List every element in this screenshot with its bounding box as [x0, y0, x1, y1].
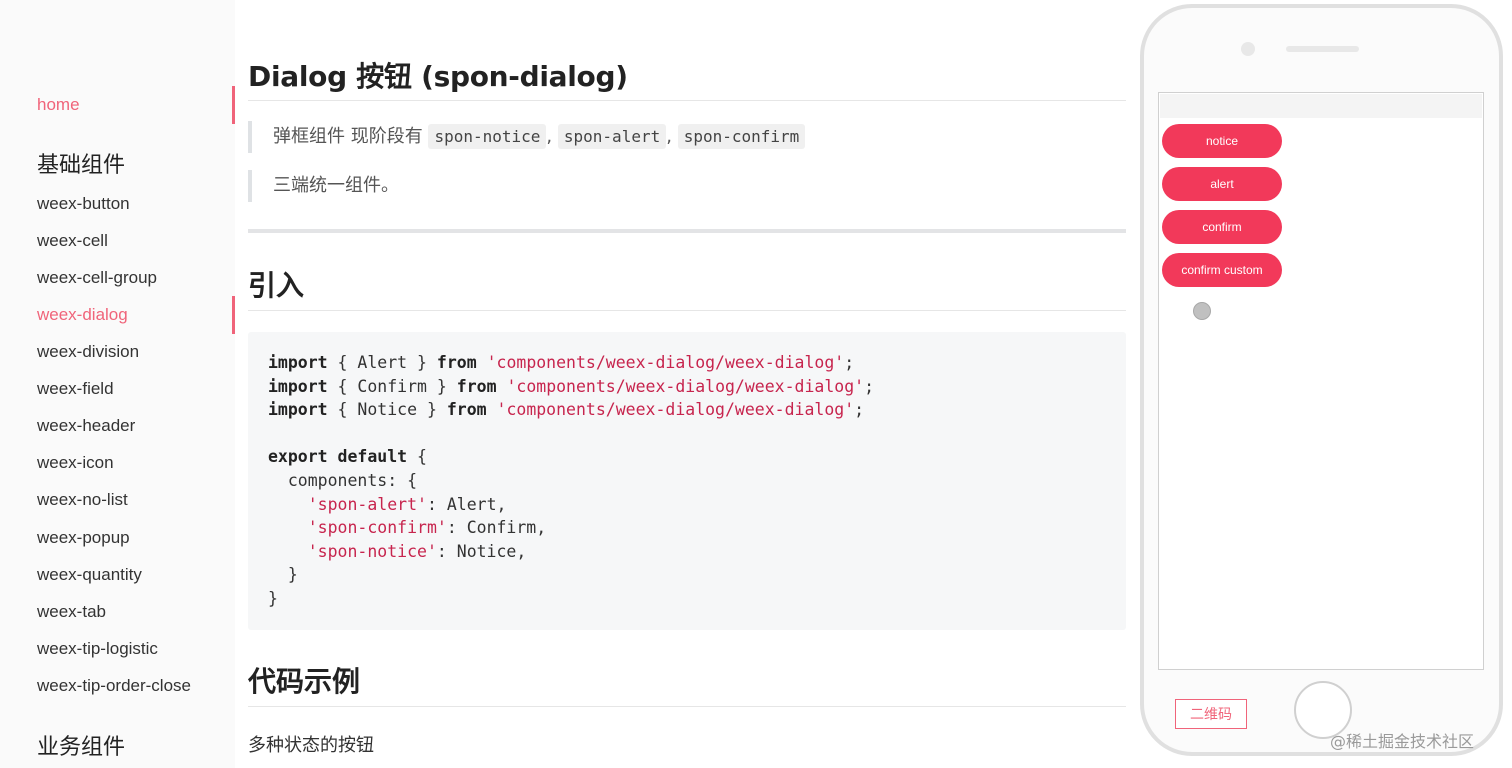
sidebar-item-weex-dialog[interactable]: weex-dialog [37, 304, 128, 326]
code-string: 'components/weex-dialog/weex-dialog' [506, 376, 865, 396]
code-string: 'spon-alert' [307, 494, 427, 514]
sidebar-item-weex-division[interactable]: weex-division [37, 341, 139, 363]
code-value: : Notice, [436, 541, 527, 561]
demo-confirm-button[interactable]: confirm [1162, 210, 1282, 244]
sidebar-item-weex-icon[interactable]: weex-icon [37, 452, 114, 474]
code-keyword: import [268, 353, 328, 372]
active-indicator [232, 86, 235, 124]
code-import-name: { Confirm } [337, 376, 447, 396]
code-block: import { Alert } from 'components/weex-d… [248, 332, 1126, 630]
sidebar-item-weex-tip-order-close[interactable]: weex-tip-order-close [37, 675, 191, 697]
code-keyword: import [268, 376, 328, 396]
intro-text: 弹框组件 现阶段有 [273, 126, 429, 147]
code-value: : Alert, [426, 494, 507, 514]
code-string: 'components/weex-dialog/weex-dialog' [496, 400, 855, 420]
section-import-divider [248, 310, 1126, 311]
watermark: @稀土掘金技术社区 [1330, 732, 1475, 751]
section-example-divider [248, 706, 1126, 707]
section-title-import: 引入 [248, 269, 305, 302]
code-spon-alert: spon-alert [557, 124, 667, 149]
code-spon-notice: spon-notice [428, 124, 547, 149]
demo-confirm-custom-button[interactable]: confirm custom [1162, 253, 1282, 287]
page-title: Dialog 按钮 (spon-dialog) [248, 60, 628, 93]
qr-code-button[interactable]: 二维码 [1175, 699, 1247, 729]
code-keyword: from [456, 376, 497, 396]
code-import-name: { Notice } [337, 400, 437, 420]
phone-camera [1241, 42, 1255, 56]
phone-status-bar [1160, 94, 1482, 118]
main-content: Dialog 按钮 (spon-dialog) 弹框组件 现阶段有 spon-n… [248, 0, 1126, 768]
floating-indicator [1193, 302, 1211, 320]
code-string: 'spon-confirm' [307, 518, 447, 538]
code-keyword: export default [268, 447, 408, 467]
intro-quote: 弹框组件 现阶段有 spon-notice, spon-alert, spon-… [248, 121, 1143, 153]
sidebar-item-weex-quantity[interactable]: weex-quantity [37, 564, 142, 586]
sidebar-item-weex-button[interactable]: weex-button [37, 193, 130, 215]
code-string: 'spon-notice' [307, 541, 437, 561]
code-content: import { Alert } from 'components/weex-d… [268, 353, 875, 608]
cross-platform-quote: 三端统一组件。 [248, 170, 1143, 202]
sidebar-heading-business: 业务组件 [37, 735, 126, 760]
code-keyword: from [446, 400, 487, 420]
sidebar-item-home[interactable]: home [37, 94, 80, 116]
code-keyword: from [436, 353, 477, 372]
separator: , [546, 126, 553, 147]
separator: , [666, 126, 672, 147]
code-string: 'components/weex-dialog/weex-dialog' [486, 353, 845, 372]
phone-speaker [1286, 46, 1359, 52]
sidebar-item-weex-tip-logistic[interactable]: weex-tip-logistic [37, 638, 158, 660]
section-divider [248, 229, 1126, 233]
cross-platform-text: 三端统一组件。 [273, 175, 399, 196]
code-spon-confirm: spon-confirm [677, 124, 806, 149]
sidebar-item-weex-cell-group[interactable]: weex-cell-group [37, 267, 157, 289]
demo-alert-button[interactable]: alert [1162, 167, 1282, 201]
sidebar-item-weex-header[interactable]: weex-header [37, 415, 135, 437]
title-divider [248, 100, 1126, 101]
active-indicator [232, 296, 235, 334]
code-value: : Confirm, [446, 518, 547, 538]
sidebar-item-weex-no-list[interactable]: weex-no-list [37, 489, 128, 511]
sidebar: home 基础组件 weex-button weex-cell weex-cel… [0, 0, 235, 768]
sidebar-item-weex-tab[interactable]: weex-tab [37, 601, 106, 623]
section-title-example: 代码示例 [248, 665, 361, 698]
code-keyword: import [268, 400, 328, 420]
code-import-name: { Alert } [337, 353, 427, 372]
sidebar-item-weex-popup[interactable]: weex-popup [37, 527, 130, 549]
sidebar-heading-basic: 基础组件 [37, 153, 126, 178]
sidebar-item-weex-cell[interactable]: weex-cell [37, 230, 108, 252]
sidebar-item-weex-field[interactable]: weex-field [37, 378, 114, 400]
demo-notice-button[interactable]: notice [1162, 124, 1282, 158]
code-components-key: components: { [287, 470, 418, 490]
example-description: 多种状态的按钮 [248, 735, 374, 756]
